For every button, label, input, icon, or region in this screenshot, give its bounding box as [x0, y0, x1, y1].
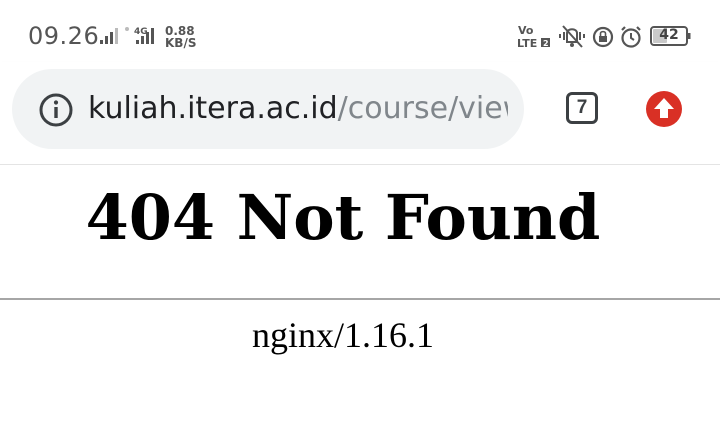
volte-icon: Vo LTE 2: [517, 24, 550, 50]
info-icon[interactable]: [38, 92, 74, 128]
svg-text:2: 2: [543, 39, 549, 48]
battery-level: 42: [659, 27, 679, 43]
alarm-icon: [621, 26, 641, 48]
tab-switcher-button[interactable]: 7: [566, 92, 598, 124]
divider: [0, 298, 720, 300]
network-type-label: 4G: [134, 27, 148, 37]
update-arrow-icon[interactable]: [646, 91, 682, 127]
browser-toolbar: kuliah.itera.ac.id/course/view 7: [0, 62, 720, 165]
page-title: 404 Not Found: [85, 181, 601, 254]
url-path: /course/view: [337, 91, 508, 126]
do-not-disturb-icon: [592, 26, 614, 48]
url-bar[interactable]: kuliah.itera.ac.id/course/view: [12, 69, 524, 149]
page-content: 404 Not Found nginx/1.16.1: [0, 165, 720, 421]
svg-text:Vo: Vo: [518, 24, 534, 37]
signal-bars-icon: 4G: [100, 27, 154, 44]
url-text[interactable]: kuliah.itera.ac.id/course/view: [88, 91, 508, 127]
network-speed: 0.88 KB/S: [165, 25, 199, 49]
status-time: 09.26: [28, 22, 100, 50]
vibrate-icon: [559, 25, 585, 48]
svg-text:LTE: LTE: [517, 37, 537, 50]
browser-screen: 09.26 4G 0.88 KB/S Vo LTE 2 42 kuliah.it…: [0, 0, 720, 421]
url-domain: kuliah.itera.ac.id: [88, 91, 338, 126]
network-speed-unit: KB/S: [165, 36, 197, 50]
status-bar: 09.26 4G 0.88 KB/S Vo LTE 2 42: [0, 0, 720, 62]
server-signature: nginx/1.16.1: [251, 315, 434, 355]
